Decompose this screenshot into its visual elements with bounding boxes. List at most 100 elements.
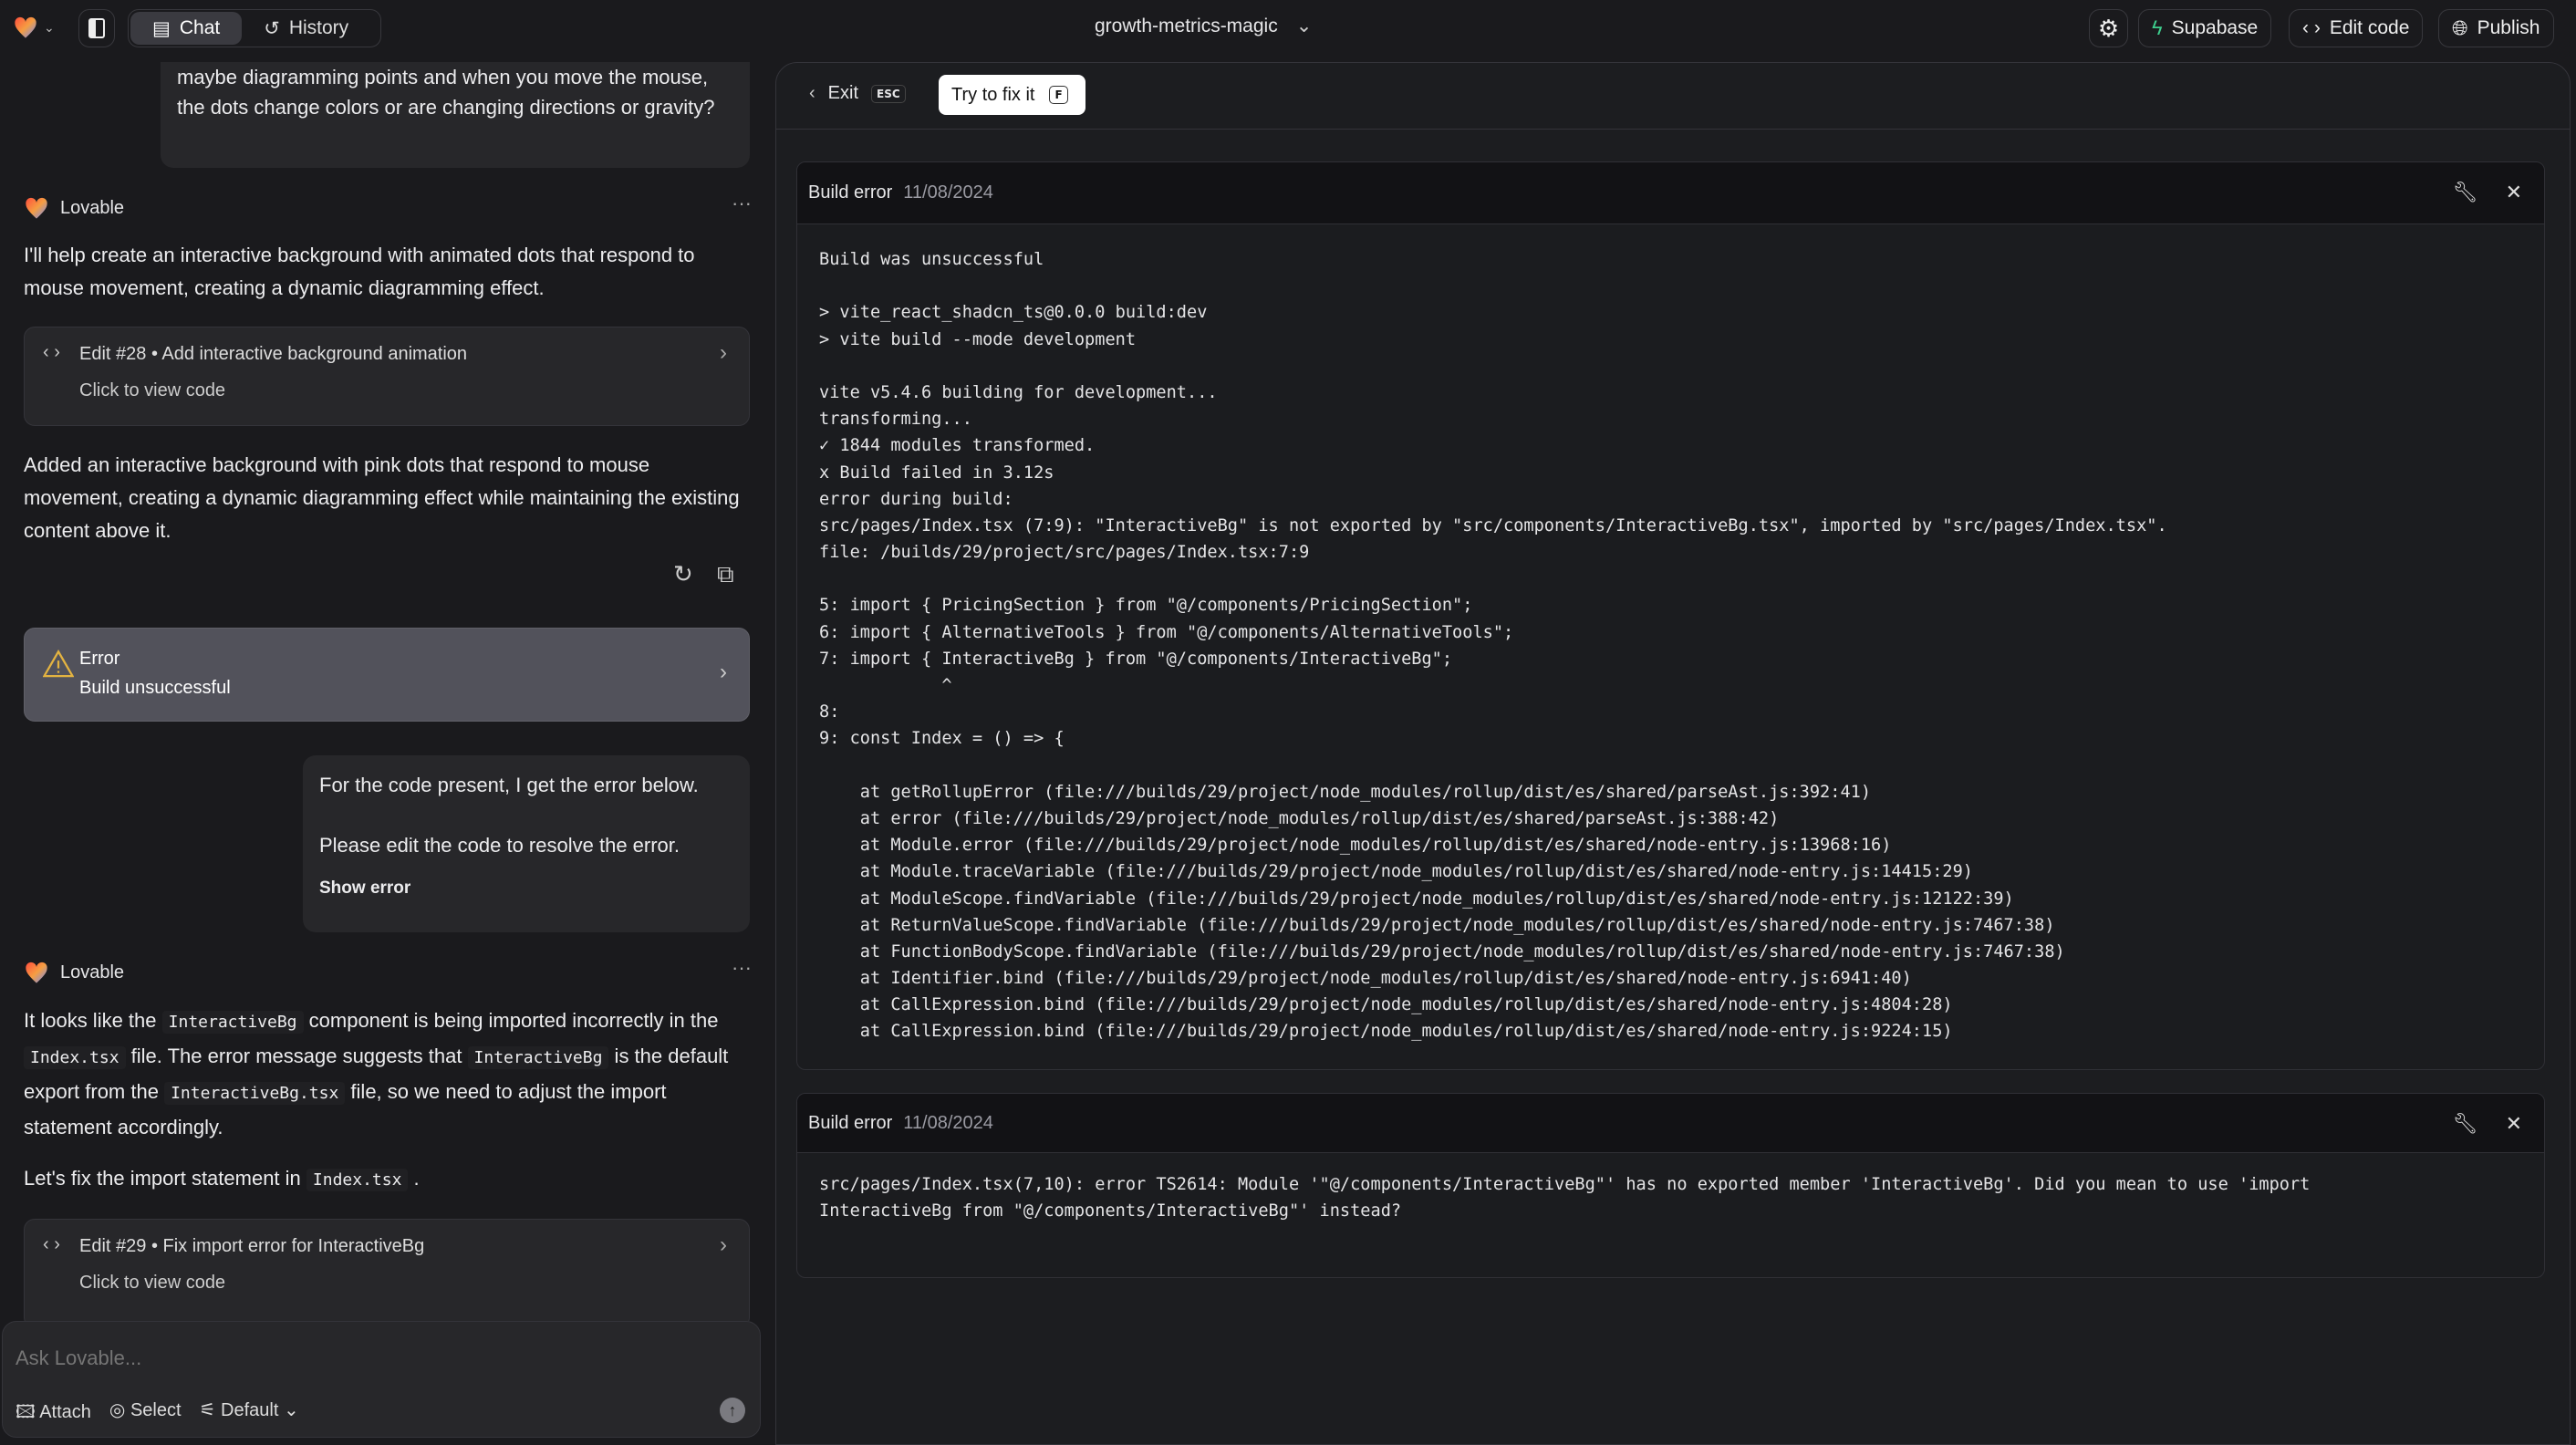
chat-input[interactable] xyxy=(16,1342,709,1375)
assistant-message: Added an interactive background with pin… xyxy=(24,453,740,542)
assistant-name: Lovable xyxy=(60,962,125,982)
error-log: Build was unsuccessful > vite_react_shadc… xyxy=(797,224,2544,1056)
select-button[interactable]: ◎ Select xyxy=(109,1398,182,1429)
text: file. The error message suggests that xyxy=(125,1045,468,1067)
divider xyxy=(776,129,2570,130)
error-title: Build error xyxy=(808,182,893,203)
log-line: x Build failed in 3.12s xyxy=(819,463,1054,483)
log-line: file: /builds/29/project/src/pages/Index… xyxy=(819,543,1310,563)
log-line: at ReturnValueScope.findVariable (file:/… xyxy=(819,915,2055,935)
chevron-down-icon: ⌄ xyxy=(44,19,55,35)
inline-code: InteractiveBg xyxy=(467,1046,609,1069)
chevron-left-icon: ‹ xyxy=(809,83,815,103)
text: . xyxy=(408,1167,420,1190)
gear-icon: ⚙ xyxy=(2097,14,2120,42)
user-message-text: maybe diagramming points and when you mo… xyxy=(177,66,715,119)
open-external-icon[interactable]: ⧉ xyxy=(717,560,734,589)
attach-label: Attach xyxy=(39,1402,91,1422)
log-line: ✓ 1844 modules transformed. xyxy=(819,436,1096,456)
log-line: 5: import { PricingSection } from "@/com… xyxy=(819,596,1473,616)
text: It looks like the xyxy=(24,1009,162,1032)
history-icon: ↺ xyxy=(264,17,280,39)
log-line: InteractiveBg from "@/components/Interac… xyxy=(819,1201,1402,1221)
supabase-icon: ϟ xyxy=(2152,16,2163,39)
more-options-icon[interactable]: ··· xyxy=(732,956,752,980)
tab-history[interactable]: ↺ History xyxy=(242,12,370,45)
lovable-logo-icon xyxy=(15,16,36,38)
logo-menu[interactable]: ⌄ xyxy=(13,15,55,40)
log-line: transforming... xyxy=(819,410,972,430)
mode-label: Default xyxy=(221,1400,279,1420)
edit-code-button[interactable]: ‹ › Edit code xyxy=(2289,9,2424,47)
settings-button[interactable]: ⚙ xyxy=(2089,9,2128,47)
assistant-message: It looks like the InteractiveBg componen… xyxy=(24,1003,753,1144)
log-line: error during build: xyxy=(819,489,1013,509)
log-line: at getRollupError (file:///builds/29/pro… xyxy=(819,782,1872,802)
edit-title: Edit #28 • Add interactive background an… xyxy=(79,344,468,364)
f-key-hint: F xyxy=(1049,86,1068,104)
user-message: maybe diagramming points and when you mo… xyxy=(161,62,750,168)
project-title-dropdown[interactable]: growth-metrics-magic ⌄ xyxy=(1095,15,1312,37)
log-line: 8: xyxy=(819,702,840,722)
tab-chat-label: Chat xyxy=(179,17,221,38)
wrench-icon[interactable]: 🔧︎ xyxy=(2453,181,2478,204)
error-title: Build error xyxy=(808,1112,893,1133)
edit-code-label: Edit code xyxy=(2329,17,2410,38)
tab-history-label: History xyxy=(288,17,349,38)
show-error-link[interactable]: Show error xyxy=(319,873,733,903)
publish-button[interactable]: 🌐︎ Publish xyxy=(2438,9,2554,47)
tab-chat[interactable]: ▤ Chat xyxy=(130,12,243,45)
project-title: growth-metrics-magic xyxy=(1095,15,1278,36)
error-panel: ‹ Exit ESC Try to fix it F Build error 1… xyxy=(775,62,2571,1445)
error-card[interactable]: Error Build unsuccessful › xyxy=(24,628,750,722)
sidebar-toggle-button[interactable] xyxy=(78,9,115,47)
view-tabs: ▤ Chat ↺ History xyxy=(128,9,381,47)
log-line: at CallExpression.bind (file:///builds/2… xyxy=(819,1022,1953,1042)
error-log: src/pages/Index.tsx(7,10): error TS2614:… xyxy=(797,1153,2544,1235)
edit-subtitle: Click to view code xyxy=(79,380,226,400)
log-line: ^ xyxy=(819,676,952,695)
mode-dropdown[interactable]: ⚟ Default ⌄ xyxy=(200,1398,299,1429)
restore-icon[interactable]: ↻ xyxy=(673,560,693,588)
image-attach-icon: 🖾 xyxy=(16,1402,40,1422)
build-error-header: Build error 11/08/2024 🔧︎ ✕ xyxy=(797,162,2544,224)
more-options-icon[interactable]: ··· xyxy=(732,192,752,215)
try-to-fix-label: Try to fix it xyxy=(951,84,1035,105)
log-line: src/pages/Index.tsx (7:9): "InteractiveB… xyxy=(819,515,2167,535)
edit-subtitle: Click to view code xyxy=(79,1273,226,1293)
log-line: > vite_react_shadcn_ts@0.0.0 build:dev xyxy=(819,303,1208,323)
log-line: src/pages/Index.tsx(7,10): error TS2614:… xyxy=(819,1175,2311,1194)
supabase-button[interactable]: ϟ Supabase xyxy=(2138,9,2272,47)
close-icon[interactable]: ✕ xyxy=(2506,1112,2522,1136)
arrow-up-icon: ↑ xyxy=(728,1401,737,1419)
supabase-label: Supabase xyxy=(2171,17,2259,38)
exit-button[interactable]: ‹ Exit ESC xyxy=(809,83,906,104)
chevron-right-icon: › xyxy=(720,660,727,684)
code-icon: ‹ › xyxy=(43,342,60,362)
send-button[interactable]: ↑ xyxy=(720,1398,745,1423)
esc-key-hint: ESC xyxy=(871,84,906,103)
user-message: For the code present, I get the error be… xyxy=(303,755,750,932)
chat-panel: maybe diagramming points and when you mo… xyxy=(0,62,764,1321)
wrench-icon[interactable]: 🔧︎ xyxy=(2453,1112,2478,1136)
log-line: at ModuleScope.findVariable (file:///bui… xyxy=(819,889,2014,909)
log-line: at Identifier.bind (file:///builds/29/pr… xyxy=(819,969,1912,989)
close-icon[interactable]: ✕ xyxy=(2506,181,2522,204)
edit-card-28[interactable]: ‹ › Edit #28 • Add interactive backgroun… xyxy=(24,327,750,426)
target-icon: ◎ xyxy=(109,1400,130,1420)
try-to-fix-button[interactable]: Try to fix it F xyxy=(939,75,1085,115)
edit-card-29[interactable]: ‹ › Edit #29 • Fix import error for Inte… xyxy=(24,1219,750,1321)
chevron-down-icon: ⌄ xyxy=(1295,16,1313,36)
error-date: 11/08/2024 xyxy=(903,182,993,203)
chat-icon: ▤ xyxy=(152,17,171,39)
error-title: Error xyxy=(79,649,120,669)
chevron-right-icon: › xyxy=(720,1232,727,1257)
attach-button[interactable]: 🖾 Attach xyxy=(16,1398,91,1429)
user-message-line: Please edit the code to resolve the erro… xyxy=(319,834,680,857)
log-line: 7: import { InteractiveBg } from "@/comp… xyxy=(819,649,1453,669)
inline-code: InteractiveBg xyxy=(161,1011,304,1034)
chevron-right-icon: › xyxy=(720,340,727,365)
assistant-header: Lovable xyxy=(24,960,124,985)
